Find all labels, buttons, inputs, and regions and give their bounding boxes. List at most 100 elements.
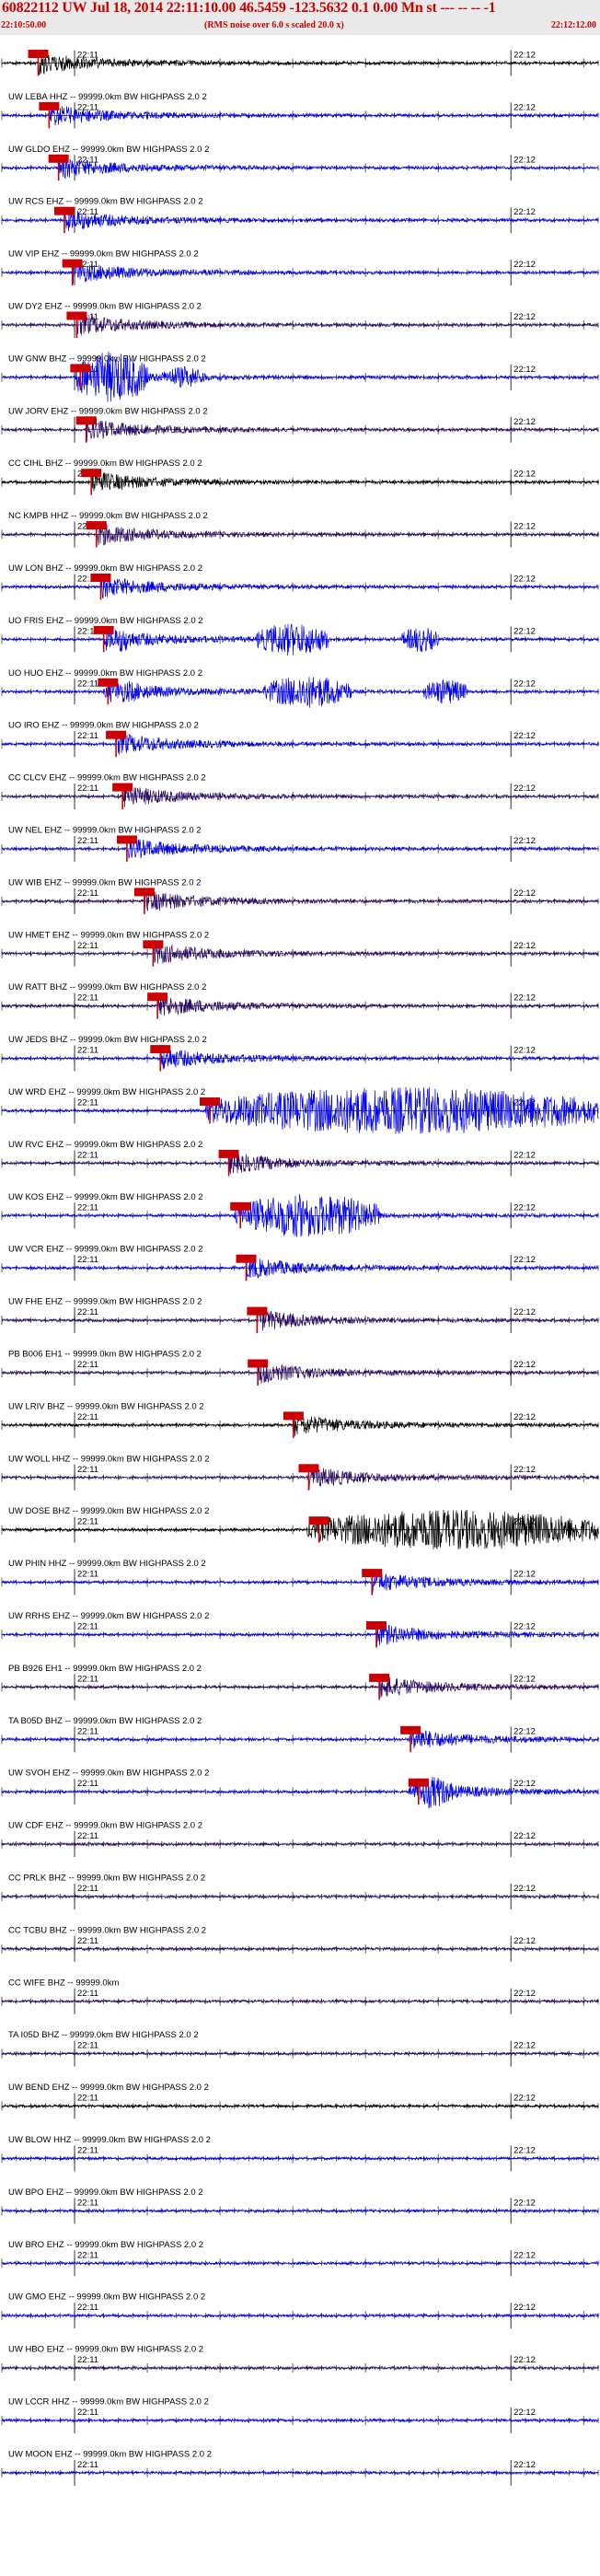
minute-label: 22:12 (513, 1202, 536, 1213)
minute-label: 22:12 (513, 2145, 536, 2155)
minute-label: 22:11 (77, 102, 98, 112)
trace-row: UW DY2 EHZ -- 99999.0km BW HIGHPASS 2.0 … (1, 302, 599, 338)
trace-label: UW NEL EHZ -- 99999.0km BW HIGHPASS 2.0 … (8, 826, 202, 836)
trace-label: UW KOS EHZ -- 99999.0km BW HIGHPASS 2.0 … (8, 1192, 203, 1202)
waveform (1, 2050, 599, 2057)
trace-label: UW SVOH EHZ -- 99999.0km BW HIGHPASS 2.0… (8, 1769, 209, 1779)
minute-label: 22:11 (77, 2355, 98, 2365)
minute-label: 22:12 (513, 470, 536, 480)
minute-label: 22:12 (513, 522, 536, 532)
trace-row: CC CIHL BHZ -- 99999.0km BW HIGHPASS 2.0… (1, 458, 599, 495)
trace-row: CC PRLK BHZ -- 99999.0km BW HIGHPASS 2.0… (1, 1874, 599, 1909)
trace-row: UW VCR EHZ -- 99999.0km BW HIGHPASS 2.0 … (1, 1245, 599, 1282)
minute-label: 22:12 (513, 1307, 536, 1317)
trace-label: UW RVC EHZ -- 99999.0km BW HIGHPASS 2.0 … (8, 1140, 202, 1150)
trace-row: UW CDF EHZ -- 99999.0km BW HIGHPASS 2.0 … (1, 1821, 599, 1858)
trace-row: UW HMET EHZ -- 99999.0km BW HIGHPASS 2.0… (1, 930, 599, 967)
trace-label: CC CLCV EHZ -- 99999.0km BW HIGHPASS 2.0… (8, 773, 206, 783)
minute-label: 22:11 (77, 941, 98, 951)
minute-label: 22:12 (513, 1360, 536, 1370)
trace-label: UW RRHS EHZ -- 99999.0km BW HIGHPASS 2.0… (8, 1611, 209, 1621)
minute-label: 22:12 (513, 1150, 536, 1160)
waveform (1, 1945, 599, 1952)
minute-label: 22:11 (77, 1465, 98, 1475)
trace-label: UW LON BHZ -- 99999.0km BW HIGHPASS 2.0 … (8, 563, 202, 574)
trace-row: UW LON BHZ -- 99999.0km BW HIGHPASS 2.0 … (1, 563, 599, 600)
minute-label: 22:12 (513, 1884, 536, 1894)
trace-label: UW CDF EHZ -- 99999.0km BW HIGHPASS 2.0 … (8, 1821, 202, 1831)
minute-label: 22:12 (513, 574, 536, 584)
minute-label: 22:11 (77, 1412, 98, 1422)
minute-label: 22:12 (513, 207, 536, 217)
minute-label: 22:11 (77, 1307, 98, 1317)
trace-row: UW NEL EHZ -- 99999.0km BW HIGHPASS 2.0 … (1, 826, 599, 862)
trace-label: UW JEDS BHZ -- 99999.0km BW HIGHPASS 2.0… (8, 1035, 207, 1045)
minute-label: 22:11 (77, 2094, 98, 2104)
trace-label: PB B926 EH1 -- 99999.0km BW HIGHPASS 2.0… (8, 1664, 202, 1674)
waveform (1, 2103, 599, 2109)
minute-label: 22:11 (77, 50, 98, 60)
minute-label: 22:11 (77, 1884, 98, 1894)
minute-label: 22:12 (513, 2094, 536, 2104)
minute-label: 22:11 (77, 2250, 98, 2260)
trace-row: UW GMO EHZ -- 99999.0km BW HIGHPASS 2.0 … (1, 2292, 599, 2329)
minute-label: 22:11 (77, 1046, 98, 1056)
minute-label: 22:11 (77, 1517, 98, 1527)
trace-label: UO HUO EHZ -- 99999.0km BW HIGHPASS 2.0 … (8, 668, 202, 679)
trace-label: UO IRO EHZ -- 99999.0km BW HIGHPASS 2.0 … (8, 721, 199, 731)
minute-label: 22:11 (77, 1097, 98, 1108)
minute-label: 22:12 (513, 941, 536, 951)
waveform (1, 1841, 599, 1847)
trace-row: UW LCCR HHZ -- 99999.0km BW HIGHPASS 2.0… (1, 2397, 599, 2433)
minute-label: 22:12 (513, 1412, 536, 1422)
minute-label: 22:11 (77, 888, 98, 899)
minute-label: 22:11 (77, 2408, 98, 2418)
trace-row: UO FRIS EHZ -- 99999.0km BW HIGHPASS 2.0… (1, 616, 599, 656)
minute-label: 22:12 (513, 1726, 536, 1736)
trace-label: UW BPO EHZ -- 99999.0km BW HIGHPASS 2.0 … (8, 2187, 203, 2198)
waveform (1, 1998, 599, 2004)
minute-label: 22:11 (77, 2198, 98, 2208)
trace-row: UW DOSE BHZ -- 99999.0km BW HIGHPASS 2.0… (1, 1506, 599, 1549)
minute-label: 22:11 (77, 783, 98, 794)
trace-label: UO FRIS EHZ -- 99999.0km BW HIGHPASS 2.0… (8, 616, 203, 626)
minute-label: 22:11 (77, 1726, 98, 1736)
trace-row: UW JORV EHZ -- 99999.0km BW HIGHPASS 2.0… (1, 406, 599, 443)
minute-label: 22:11 (77, 679, 98, 689)
trace-label: UW WOLL HHZ -- 99999.0km BW HIGHPASS 2.0… (8, 1454, 210, 1464)
trace-label: UW LCCR HHZ -- 99999.0km BW HIGHPASS 2.0… (8, 2397, 209, 2408)
trace-label: CC WIFE BHZ -- 99999.0km (8, 1978, 119, 1988)
trace-row: UW WRD EHZ -- 99999.0km BW HIGHPASS 2.0 … (1, 1086, 599, 1134)
minute-label: 22:12 (513, 2250, 536, 2260)
minute-label: 22:11 (77, 1831, 98, 1841)
trace-row: TA B05D BHZ -- 99999.0km BW HIGHPASS 2.0… (1, 1716, 599, 1753)
trace-label: UW MOON EHZ -- 99999.0km BW HIGHPASS 2.0… (8, 2449, 212, 2459)
trace-label: UW HBO EHZ -- 99999.0km BW HIGHPASS 2.0 … (8, 2345, 203, 2355)
trace-label: UW PHIN HHZ -- 99999.0km BW HIGHPASS 2.0… (8, 1559, 206, 1569)
trace-label: UW GLDO EHZ -- 99999.0km BW HIGHPASS 2.0… (8, 145, 209, 155)
seismogram-plot: 22:11 22:12 UW LEBA HHZ -- 99999.0km BW HI… (1, 50, 599, 2486)
trace-row: UW PHIN HHZ -- 99999.0km BW HIGHPASS 2.0… (1, 1559, 599, 1595)
trace-row: CC WIFE BHZ -- 99999.0km22:11 22:12 (1, 1978, 599, 2014)
minute-label: 22:11 (77, 1360, 98, 1370)
minute-label: 22:12 (513, 1779, 536, 1789)
trace-label: UW LEBA HHZ -- 99999.0km BW HIGHPASS 2.0… (8, 92, 207, 102)
minute-label: 22:11 (77, 2145, 98, 2155)
minute-label: 22:12 (513, 50, 536, 60)
minute-label: 22:12 (513, 1046, 536, 1056)
trace-label: UW WRD EHZ -- 99999.0km BW HIGHPASS 2.0 … (8, 1087, 205, 1097)
trace-label: UW GMO EHZ -- 99999.0km BW HIGHPASS 2.0 … (8, 2292, 205, 2303)
minute-label: 22:11 (77, 2041, 98, 2051)
trace-row: UW MOON EHZ -- 99999.0km BW HIGHPASS 2.0… (1, 2449, 599, 2486)
trace-row: UO IRO EHZ -- 99999.0km BW HIGHPASS 2.0 … (1, 721, 599, 758)
trace-label: UW JORV EHZ -- 99999.0km BW HIGHPASS 2.0… (8, 406, 208, 416)
trace-row: UW WOLL HHZ -- 99999.0km BW HIGHPASS 2.0… (1, 1454, 599, 1491)
minute-label: 22:11 (77, 1989, 98, 1999)
trace-label: UW VCR EHZ -- 99999.0km BW HIGHPASS 2.0 … (8, 1245, 203, 1255)
minute-label: 22:11 (77, 1255, 98, 1265)
trace-row: UW LRIV BHZ -- 99999.0km BW HIGHPASS 2.0… (1, 1401, 599, 1438)
trace-row: UW JEDS BHZ -- 99999.0km BW HIGHPASS 2.0… (1, 1035, 599, 1072)
trace-row: UW RCS EHZ -- 99999.0km BW HIGHPASS 2.0 … (1, 197, 599, 234)
minute-label: 22:11 (77, 1202, 98, 1213)
waveform (1, 261, 599, 284)
